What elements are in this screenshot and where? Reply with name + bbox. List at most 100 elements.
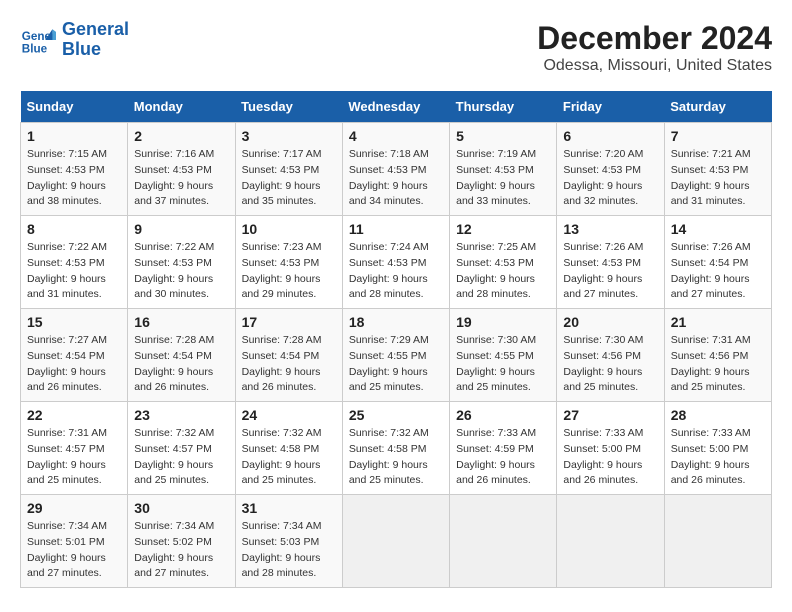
day-info: Sunrise: 7:33 AM Sunset: 5:00 PM Dayligh… bbox=[671, 427, 751, 486]
day-number: 13 bbox=[563, 221, 657, 237]
calendar-day-cell: 26 Sunrise: 7:33 AM Sunset: 4:59 PM Dayl… bbox=[450, 402, 557, 495]
calendar-day-cell: 5 Sunrise: 7:19 AM Sunset: 4:53 PM Dayli… bbox=[450, 123, 557, 216]
calendar-day-cell bbox=[664, 495, 771, 588]
day-info: Sunrise: 7:30 AM Sunset: 4:56 PM Dayligh… bbox=[563, 334, 643, 393]
calendar-day-cell: 17 Sunrise: 7:28 AM Sunset: 4:54 PM Dayl… bbox=[235, 309, 342, 402]
calendar-day-cell bbox=[557, 495, 664, 588]
calendar-day-cell: 22 Sunrise: 7:31 AM Sunset: 4:57 PM Dayl… bbox=[21, 402, 128, 495]
day-info: Sunrise: 7:22 AM Sunset: 4:53 PM Dayligh… bbox=[27, 241, 107, 300]
calendar-day-header: Tuesday bbox=[235, 91, 342, 123]
calendar-day-cell: 16 Sunrise: 7:28 AM Sunset: 4:54 PM Dayl… bbox=[128, 309, 235, 402]
day-number: 2 bbox=[134, 128, 228, 144]
day-number: 20 bbox=[563, 314, 657, 330]
day-info: Sunrise: 7:20 AM Sunset: 4:53 PM Dayligh… bbox=[563, 148, 643, 207]
calendar-day-cell: 7 Sunrise: 7:21 AM Sunset: 4:53 PM Dayli… bbox=[664, 123, 771, 216]
day-info: Sunrise: 7:33 AM Sunset: 4:59 PM Dayligh… bbox=[456, 427, 536, 486]
day-number: 16 bbox=[134, 314, 228, 330]
calendar-day-cell: 21 Sunrise: 7:31 AM Sunset: 4:56 PM Dayl… bbox=[664, 309, 771, 402]
day-info: Sunrise: 7:32 AM Sunset: 4:58 PM Dayligh… bbox=[242, 427, 322, 486]
day-number: 6 bbox=[563, 128, 657, 144]
calendar-day-header: Friday bbox=[557, 91, 664, 123]
title-block: December 2024 Odessa, Missouri, United S… bbox=[537, 20, 772, 75]
day-info: Sunrise: 7:31 AM Sunset: 4:56 PM Dayligh… bbox=[671, 334, 751, 393]
calendar-week-row: 29 Sunrise: 7:34 AM Sunset: 5:01 PM Dayl… bbox=[21, 495, 772, 588]
day-number: 9 bbox=[134, 221, 228, 237]
day-number: 15 bbox=[27, 314, 121, 330]
day-info: Sunrise: 7:32 AM Sunset: 4:57 PM Dayligh… bbox=[134, 427, 214, 486]
calendar-day-cell: 1 Sunrise: 7:15 AM Sunset: 4:53 PM Dayli… bbox=[21, 123, 128, 216]
calendar-day-cell: 31 Sunrise: 7:34 AM Sunset: 5:03 PM Dayl… bbox=[235, 495, 342, 588]
day-number: 14 bbox=[671, 221, 765, 237]
day-number: 1 bbox=[27, 128, 121, 144]
day-number: 5 bbox=[456, 128, 550, 144]
day-number: 19 bbox=[456, 314, 550, 330]
calendar-day-cell: 18 Sunrise: 7:29 AM Sunset: 4:55 PM Dayl… bbox=[342, 309, 449, 402]
calendar-day-header: Wednesday bbox=[342, 91, 449, 123]
day-info: Sunrise: 7:26 AM Sunset: 4:54 PM Dayligh… bbox=[671, 241, 751, 300]
page-header: General Blue General Blue December 2024 … bbox=[20, 20, 772, 75]
calendar-day-cell: 25 Sunrise: 7:32 AM Sunset: 4:58 PM Dayl… bbox=[342, 402, 449, 495]
day-number: 22 bbox=[27, 407, 121, 423]
svg-text:Blue: Blue bbox=[22, 42, 48, 55]
calendar-day-cell: 27 Sunrise: 7:33 AM Sunset: 5:00 PM Dayl… bbox=[557, 402, 664, 495]
day-number: 17 bbox=[242, 314, 336, 330]
day-info: Sunrise: 7:15 AM Sunset: 4:53 PM Dayligh… bbox=[27, 148, 107, 207]
calendar-day-cell: 12 Sunrise: 7:25 AM Sunset: 4:53 PM Dayl… bbox=[450, 216, 557, 309]
calendar-day-cell: 30 Sunrise: 7:34 AM Sunset: 5:02 PM Dayl… bbox=[128, 495, 235, 588]
day-number: 26 bbox=[456, 407, 550, 423]
day-info: Sunrise: 7:25 AM Sunset: 4:53 PM Dayligh… bbox=[456, 241, 536, 300]
day-number: 8 bbox=[27, 221, 121, 237]
day-number: 18 bbox=[349, 314, 443, 330]
calendar-day-cell: 23 Sunrise: 7:32 AM Sunset: 4:57 PM Dayl… bbox=[128, 402, 235, 495]
calendar-day-cell: 14 Sunrise: 7:26 AM Sunset: 4:54 PM Dayl… bbox=[664, 216, 771, 309]
day-number: 7 bbox=[671, 128, 765, 144]
day-info: Sunrise: 7:21 AM Sunset: 4:53 PM Dayligh… bbox=[671, 148, 751, 207]
day-number: 27 bbox=[563, 407, 657, 423]
day-info: Sunrise: 7:34 AM Sunset: 5:02 PM Dayligh… bbox=[134, 520, 214, 579]
calendar-table: SundayMondayTuesdayWednesdayThursdayFrid… bbox=[20, 91, 772, 588]
day-number: 28 bbox=[671, 407, 765, 423]
day-number: 30 bbox=[134, 500, 228, 516]
calendar-day-cell: 29 Sunrise: 7:34 AM Sunset: 5:01 PM Dayl… bbox=[21, 495, 128, 588]
day-info: Sunrise: 7:24 AM Sunset: 4:53 PM Dayligh… bbox=[349, 241, 429, 300]
day-number: 3 bbox=[242, 128, 336, 144]
day-number: 11 bbox=[349, 221, 443, 237]
calendar-day-cell: 2 Sunrise: 7:16 AM Sunset: 4:53 PM Dayli… bbox=[128, 123, 235, 216]
calendar-day-cell: 8 Sunrise: 7:22 AM Sunset: 4:53 PM Dayli… bbox=[21, 216, 128, 309]
day-info: Sunrise: 7:17 AM Sunset: 4:53 PM Dayligh… bbox=[242, 148, 322, 207]
day-number: 4 bbox=[349, 128, 443, 144]
page-subtitle: Odessa, Missouri, United States bbox=[537, 57, 772, 75]
day-info: Sunrise: 7:32 AM Sunset: 4:58 PM Dayligh… bbox=[349, 427, 429, 486]
calendar-day-cell: 10 Sunrise: 7:23 AM Sunset: 4:53 PM Dayl… bbox=[235, 216, 342, 309]
day-info: Sunrise: 7:31 AM Sunset: 4:57 PM Dayligh… bbox=[27, 427, 107, 486]
day-info: Sunrise: 7:22 AM Sunset: 4:53 PM Dayligh… bbox=[134, 241, 214, 300]
day-info: Sunrise: 7:26 AM Sunset: 4:53 PM Dayligh… bbox=[563, 241, 643, 300]
day-info: Sunrise: 7:19 AM Sunset: 4:53 PM Dayligh… bbox=[456, 148, 536, 207]
day-number: 23 bbox=[134, 407, 228, 423]
calendar-day-cell: 19 Sunrise: 7:30 AM Sunset: 4:55 PM Dayl… bbox=[450, 309, 557, 402]
calendar-week-row: 15 Sunrise: 7:27 AM Sunset: 4:54 PM Dayl… bbox=[21, 309, 772, 402]
day-number: 12 bbox=[456, 221, 550, 237]
day-number: 29 bbox=[27, 500, 121, 516]
logo: General Blue General Blue bbox=[20, 20, 129, 60]
day-number: 21 bbox=[671, 314, 765, 330]
logo-text: General Blue bbox=[62, 20, 129, 60]
calendar-day-cell: 13 Sunrise: 7:26 AM Sunset: 4:53 PM Dayl… bbox=[557, 216, 664, 309]
calendar-week-row: 1 Sunrise: 7:15 AM Sunset: 4:53 PM Dayli… bbox=[21, 123, 772, 216]
day-info: Sunrise: 7:34 AM Sunset: 5:03 PM Dayligh… bbox=[242, 520, 322, 579]
day-info: Sunrise: 7:34 AM Sunset: 5:01 PM Dayligh… bbox=[27, 520, 107, 579]
day-number: 24 bbox=[242, 407, 336, 423]
calendar-day-cell bbox=[342, 495, 449, 588]
calendar-week-row: 8 Sunrise: 7:22 AM Sunset: 4:53 PM Dayli… bbox=[21, 216, 772, 309]
day-info: Sunrise: 7:33 AM Sunset: 5:00 PM Dayligh… bbox=[563, 427, 643, 486]
calendar-day-cell: 4 Sunrise: 7:18 AM Sunset: 4:53 PM Dayli… bbox=[342, 123, 449, 216]
page-title: December 2024 bbox=[537, 20, 772, 57]
day-number: 25 bbox=[349, 407, 443, 423]
day-info: Sunrise: 7:29 AM Sunset: 4:55 PM Dayligh… bbox=[349, 334, 429, 393]
calendar-day-header: Sunday bbox=[21, 91, 128, 123]
day-info: Sunrise: 7:30 AM Sunset: 4:55 PM Dayligh… bbox=[456, 334, 536, 393]
day-info: Sunrise: 7:16 AM Sunset: 4:53 PM Dayligh… bbox=[134, 148, 214, 207]
day-info: Sunrise: 7:28 AM Sunset: 4:54 PM Dayligh… bbox=[134, 334, 214, 393]
calendar-day-cell: 24 Sunrise: 7:32 AM Sunset: 4:58 PM Dayl… bbox=[235, 402, 342, 495]
day-info: Sunrise: 7:23 AM Sunset: 4:53 PM Dayligh… bbox=[242, 241, 322, 300]
